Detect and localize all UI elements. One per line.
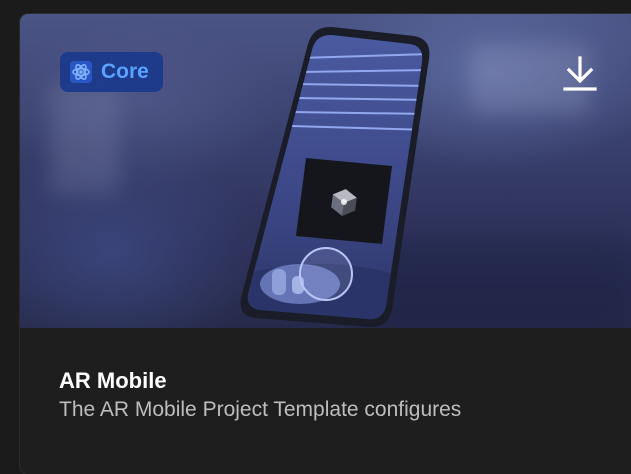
template-card[interactable]: Core AR Mobile The AR Mobile Project Tem… [20, 14, 631, 474]
badge-label: Core [101, 60, 149, 83]
template-description: The AR Mobile Project Template configure… [59, 398, 462, 421]
atom-icon [70, 61, 92, 83]
template-info: AR Mobile The AR Mobile Project Template… [20, 328, 631, 474]
core-badge: Core [60, 52, 163, 92]
template-thumbnail: Core [20, 14, 631, 328]
template-title: AR Mobile [59, 368, 167, 393]
download-icon [563, 56, 597, 91]
download-button[interactable] [556, 50, 604, 98]
